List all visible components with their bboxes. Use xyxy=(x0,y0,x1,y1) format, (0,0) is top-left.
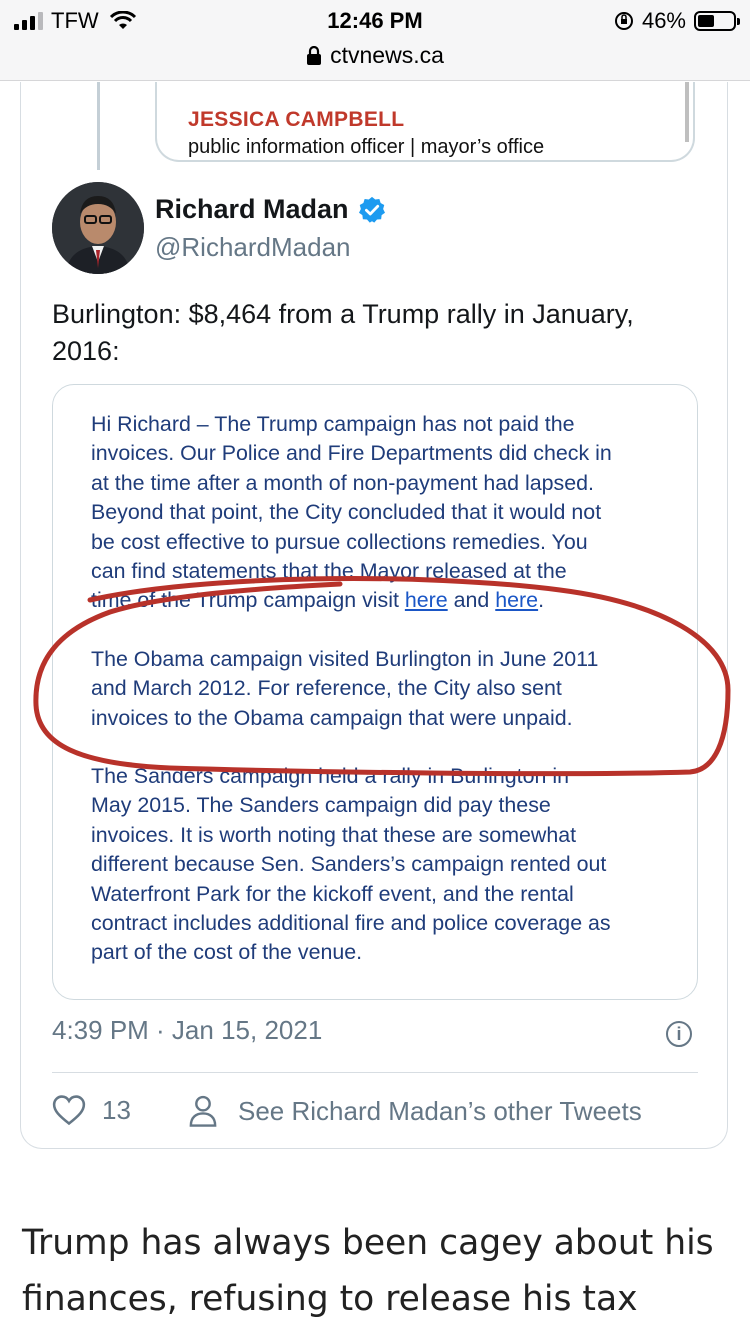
letter-line: and March 2012. For reference, the City … xyxy=(91,676,562,701)
verified-badge-icon xyxy=(358,196,385,223)
battery-status: 46% xyxy=(614,8,740,34)
divider xyxy=(52,1072,698,1073)
info-icon[interactable]: i xyxy=(666,1021,692,1047)
letter-edge xyxy=(685,82,689,142)
letter-line: The Sanders campaign held a rally in Bur… xyxy=(91,764,569,788)
tweet-text: Burlington: $8,464 from a Trump rally in… xyxy=(52,299,634,366)
author-name-text: Richard Madan xyxy=(155,194,349,224)
letter-line: Hi Richard – The Trump campaign has not … xyxy=(91,412,575,436)
lock-icon xyxy=(307,45,322,65)
letter-line: invoices. Our Police and Fire Department… xyxy=(91,441,612,466)
letter-paragraph-2: The Obama campaign visited Burlington in… xyxy=(91,645,681,733)
battery-icon xyxy=(694,11,740,31)
see-other-tweets-label: See Richard Madan’s other Tweets xyxy=(238,1095,642,1126)
like-count: 13 xyxy=(102,1094,131,1125)
letter-line: different because Sen. Sanders’s campaig… xyxy=(91,852,607,877)
browser-top-bar: TFW 12:46 PM 46% ctvnews.ca xyxy=(0,0,750,81)
letter-line: invoices. It is worth noting that these … xyxy=(91,822,577,847)
avatar-photo xyxy=(52,182,144,274)
letter-line: contract includes additional fire and po… xyxy=(91,911,611,936)
letter-line-text: time of the Trump campaign visit xyxy=(91,588,405,613)
letter-link-joiner: and xyxy=(447,588,496,613)
article-line: Trump has always been cagey about his xyxy=(22,1223,714,1263)
letter-period: . xyxy=(538,588,545,613)
see-other-tweets-link[interactable]: See Richard Madan’s other Tweets xyxy=(188,1094,642,1128)
letter-line: invoices to the Obama campaign that were… xyxy=(91,705,573,730)
letter-signature-title: public information officer | mayor’s off… xyxy=(188,136,545,158)
author-name[interactable]: Richard Madan xyxy=(155,194,387,225)
article-line: finances, refusing to release his tax xyxy=(22,1279,638,1319)
avatar[interactable] xyxy=(52,182,144,274)
battery-percent: 46% xyxy=(641,8,686,33)
letter-paragraph-1: Hi Richard – The Trump campaign has not … xyxy=(91,410,681,616)
letter-signature-name: JESSICA CAMPBELL xyxy=(188,108,405,131)
author-handle[interactable]: @RichardMadan xyxy=(155,232,350,263)
url-text: ctvnews.ca xyxy=(330,42,444,68)
letter-line: time of the Trump campaign visit here an… xyxy=(91,586,681,615)
letter-line: be cost effective to pursue collections … xyxy=(91,529,588,554)
previous-letter-image[interactable]: JESSICA CAMPBELL public information offi… xyxy=(155,82,695,162)
tweet-timestamp[interactable]: 4:39 PM · Jan 15, 2021 xyxy=(52,1015,322,1046)
heart-icon xyxy=(52,1095,86,1126)
address-bar[interactable]: ctvnews.ca xyxy=(0,42,750,69)
like-button[interactable]: 13 xyxy=(52,1094,131,1126)
thread-line xyxy=(97,82,100,170)
letter-line: at the time after a month of non-payment… xyxy=(91,470,594,495)
letter-line: can find statements that the Mayor relea… xyxy=(91,559,567,584)
letter-link-1: here xyxy=(404,588,448,613)
person-icon xyxy=(189,1095,217,1127)
orientation-lock-icon xyxy=(614,12,633,30)
letter-line: part of the cost of the venue. xyxy=(91,940,363,965)
letter-line: Beyond that point, the City concluded th… xyxy=(91,500,602,525)
letter-line: Waterfront Park for the kickoff event, a… xyxy=(91,881,574,906)
letter-link-2: here xyxy=(495,588,539,613)
article-body-text: Trump has always been cagey about his fi… xyxy=(22,1215,732,1327)
letter-line: The Obama campaign visited Burlington in… xyxy=(91,647,599,671)
letter-line: May 2015. The Sanders campaign did pay t… xyxy=(91,793,551,818)
letter-paragraph-3: The Sanders campaign held a rally in Bur… xyxy=(91,762,681,968)
